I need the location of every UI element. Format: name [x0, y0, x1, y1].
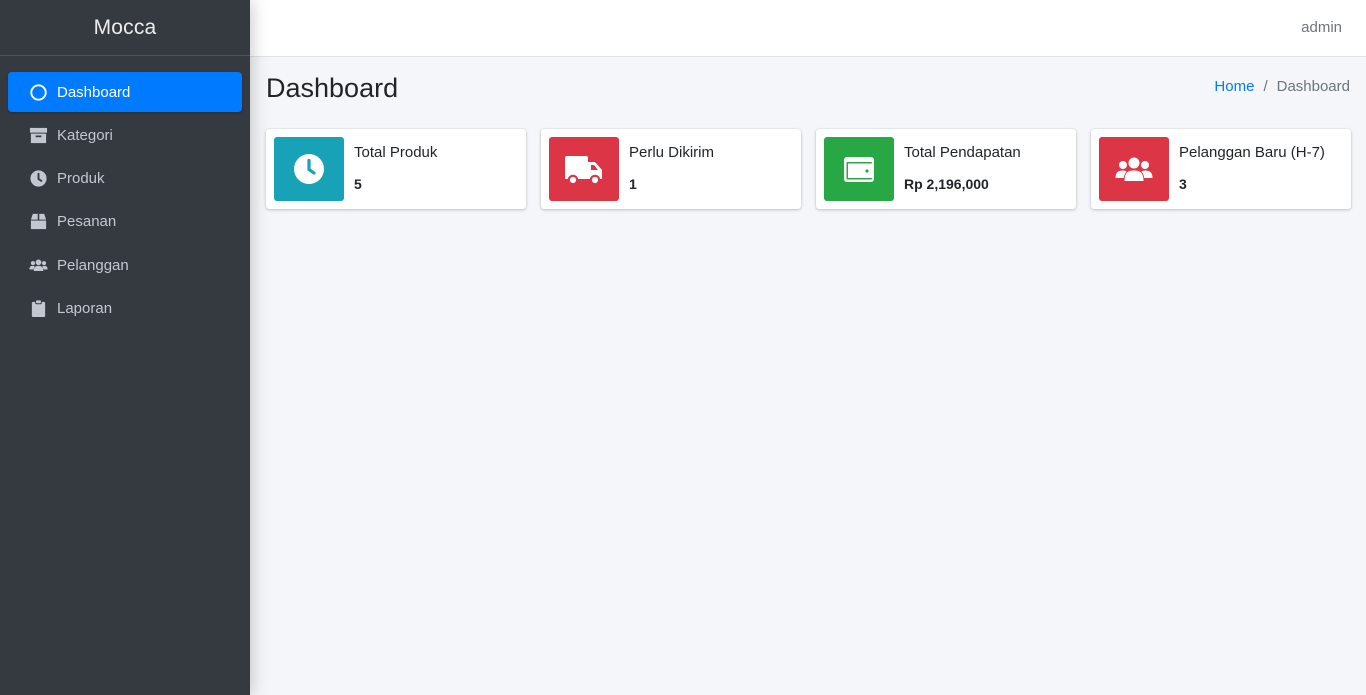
wallet-icon [844, 157, 874, 182]
brand[interactable]: Mocca [0, 0, 250, 56]
truck-icon [565, 156, 602, 186]
breadcrumb-separator: / [1263, 78, 1268, 95]
sidebar-item-label: Kategori [57, 126, 113, 144]
sidebar-item-dashboard[interactable]: Dashboard [8, 72, 242, 112]
sidebar-item-label: Pesanan [57, 213, 117, 231]
breadcrumb-home-link[interactable]: Home [1214, 78, 1254, 95]
sidebar: Mocca Dashboard Kategori Produk Pesanan [0, 0, 250, 695]
info-box-perlu-dikirim[interactable]: Perlu Dikirim 1 [541, 129, 801, 209]
info-box-pelanggan-baru[interactable]: Pelanggan Baru (H-7) 3 [1091, 129, 1351, 209]
clock-icon [28, 169, 48, 189]
top-navbar: admin [250, 0, 1366, 57]
info-box-value: 5 [354, 176, 362, 192]
sidebar-item-pesanan[interactable]: Pesanan [8, 202, 242, 242]
breadcrumb: Home / Dashboard [1214, 78, 1350, 95]
circle-icon [28, 82, 48, 102]
sidebar-nav: Dashboard Kategori Produk Pesanan Pelang… [0, 56, 250, 328]
breadcrumb-current: Dashboard [1276, 78, 1350, 95]
info-box-icon-bg [549, 137, 619, 201]
sidebar-item-kategori[interactable]: Kategori [8, 115, 242, 155]
info-box-label: Total Pendapatan [904, 144, 1021, 161]
box-icon [28, 212, 48, 232]
page-title: Dashboard [266, 73, 399, 103]
sidebar-item-label: Laporan [57, 299, 113, 317]
clipboard-icon [28, 298, 48, 318]
sidebar-item-pelanggan[interactable]: Pelanggan [8, 245, 242, 285]
archive-icon [28, 125, 48, 145]
sidebar-item-label: Pelanggan [57, 256, 129, 274]
info-box-total-pendapatan[interactable]: Total Pendapatan Rp 2,196,000 [816, 129, 1076, 209]
info-box-value: 3 [1179, 176, 1187, 192]
brand-name[interactable]: Mocca [94, 16, 157, 40]
info-box-total-produk[interactable]: Total Produk 5 [266, 129, 526, 209]
sidebar-item-label: Dashboard [57, 83, 131, 101]
sidebar-item-laporan[interactable]: Laporan [8, 288, 242, 328]
user-menu[interactable]: admin [1301, 19, 1342, 36]
info-box-row: Total Produk 5 Perlu Dikirim 1 Total Pen… [266, 129, 1351, 209]
info-box-value: Rp 2,196,000 [904, 176, 989, 192]
clock-icon [294, 154, 324, 184]
users-icon [28, 255, 48, 275]
info-box-icon-bg [274, 137, 344, 201]
info-box-value: 1 [629, 176, 637, 192]
sidebar-item-produk[interactable]: Produk [8, 159, 242, 199]
info-box-icon-bg [1099, 137, 1169, 201]
info-box-label: Perlu Dikirim [629, 144, 715, 161]
sidebar-item-label: Produk [57, 170, 105, 188]
info-box-label: Total Produk [354, 144, 438, 161]
info-box-label: Pelanggan Baru (H-7) [1179, 144, 1325, 161]
info-box-icon-bg [824, 137, 894, 201]
main-content: Dashboard Home / Dashboard Total Produk … [250, 57, 1366, 695]
users-icon [1115, 157, 1153, 181]
